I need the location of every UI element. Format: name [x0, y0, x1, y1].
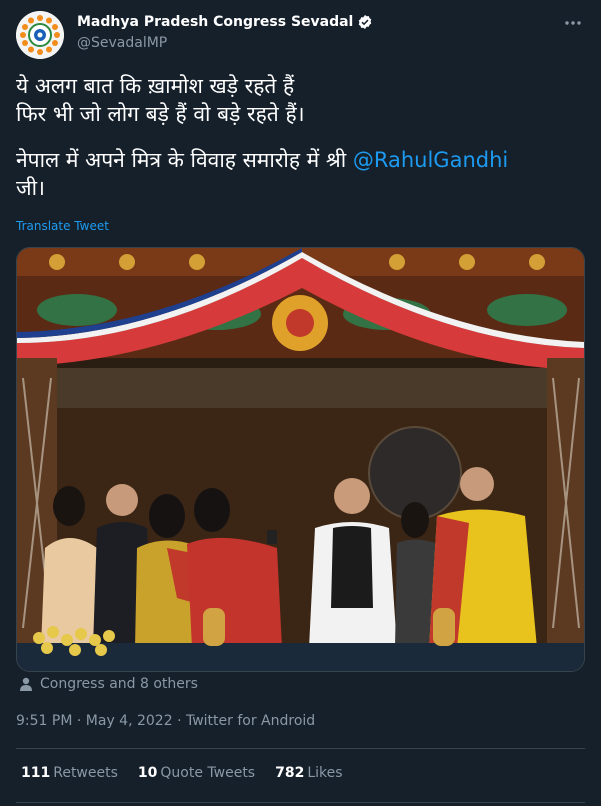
avatar[interactable]	[16, 11, 64, 59]
person-icon	[20, 677, 32, 691]
sevadal-logo-avatar	[16, 11, 64, 59]
photo-illustration	[17, 248, 584, 671]
tweet-line-3-text: नेपाल में अपने मित्र के विवाह समारोह में…	[16, 148, 353, 172]
retweets-label: Retweets	[53, 765, 118, 781]
divider	[16, 802, 585, 803]
translate-tweet-link[interactable]: Translate Tweet	[16, 219, 109, 233]
meta-separator: ·	[72, 713, 86, 729]
author-display-name[interactable]: Madhya Pradesh Congress Sevadal	[77, 14, 353, 30]
tweet-line-3: नेपाल में अपने मित्र के विवाह समारोह में…	[16, 146, 581, 174]
author-handle[interactable]: @SevadalMP	[77, 35, 167, 51]
retweets-count: 111	[21, 765, 51, 781]
tweet-source[interactable]: Twitter for Android	[186, 713, 315, 729]
tweet-text: ये अलग बात कि ख़ामोश खड़े रहते हैं फिर भ…	[16, 72, 581, 202]
likers-text[interactable]: Congress and 8 others	[40, 676, 198, 692]
likes-label: Likes	[307, 765, 343, 781]
tweet-photo[interactable]	[16, 247, 585, 672]
mention-link[interactable]: @RahulGandhi	[353, 148, 508, 172]
likes-count: 782	[275, 765, 305, 781]
more-options-icon[interactable]	[561, 13, 585, 33]
likers-summary[interactable]: Congress and 8 others	[18, 676, 198, 692]
author-name[interactable]: Madhya Pradesh Congress Sevadal	[77, 14, 373, 30]
quote-tweets-count: 10	[137, 765, 158, 781]
tweet-time[interactable]: 9:51 PM	[16, 713, 72, 729]
verified-badge-icon	[359, 15, 372, 29]
likes-stat[interactable]: 782 Likes	[275, 765, 342, 781]
retweets-stat[interactable]: 111 Retweets	[21, 765, 118, 781]
tweet-line-4: जी।	[16, 176, 45, 200]
quote-tweets-stat[interactable]: 10 Quote Tweets	[138, 765, 255, 781]
meta-separator: ·	[172, 713, 186, 729]
divider	[16, 748, 585, 749]
tweet-line-1: ये अलग बात कि ख़ामोश खड़े रहते हैं	[16, 74, 295, 98]
tweet-line-2: फिर भी जो लोग बड़े हैं वो बड़े रहते हैं।	[16, 102, 305, 126]
tweet-date[interactable]: May 4, 2022	[86, 713, 173, 729]
tweet-stats: 111 Retweets 10 Quote Tweets 782 Likes	[21, 765, 343, 781]
quote-tweets-label: Quote Tweets	[160, 765, 256, 781]
tweet-meta: 9:51 PM · May 4, 2022 · Twitter for Andr…	[16, 713, 315, 729]
